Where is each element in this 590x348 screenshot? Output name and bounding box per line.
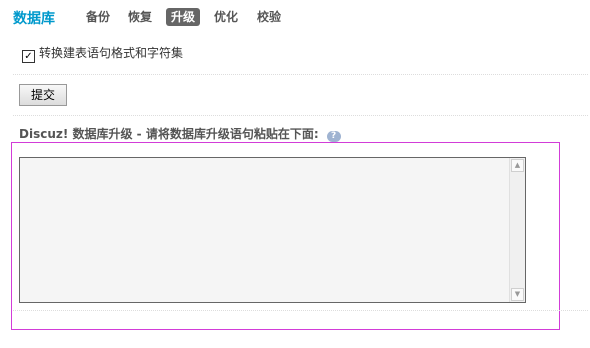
upgrade-heading: Discuz! 数据库升级 - 请将数据库升级语句粘贴在下面:?: [19, 125, 341, 142]
page-title: 数据库: [13, 11, 55, 27]
sql-upgrade-textarea[interactable]: ▲ ▼: [19, 157, 526, 303]
divider: [13, 115, 588, 116]
tab-upgrade[interactable]: 升级: [166, 8, 201, 26]
divider: [13, 310, 588, 311]
help-icon[interactable]: ?: [326, 131, 341, 142]
textarea-scrollbar[interactable]: ▲ ▼: [509, 158, 525, 302]
submit-button[interactable]: 提交: [19, 84, 67, 106]
convert-label: 转换建表语句格式和字符集: [39, 46, 184, 60]
chevron-up-icon[interactable]: ▲: [511, 159, 524, 172]
tab-backup[interactable]: 备份: [86, 8, 110, 26]
convert-option: ✓ 转换建表语句格式和字符集: [22, 44, 183, 63]
top-bar: 数据库 备份 恢复 升级 优化 校验: [0, 0, 590, 34]
tab-restore[interactable]: 恢复: [128, 8, 152, 26]
tab-optimize[interactable]: 优化: [214, 8, 238, 26]
tab-check[interactable]: 校验: [257, 8, 281, 26]
chevron-down-icon[interactable]: ▼: [511, 288, 524, 301]
upgrade-heading-text: Discuz! 数据库升级 - 请将数据库升级语句粘贴在下面:: [19, 127, 319, 141]
divider: [13, 74, 588, 75]
convert-checkbox[interactable]: ✓: [22, 50, 35, 63]
